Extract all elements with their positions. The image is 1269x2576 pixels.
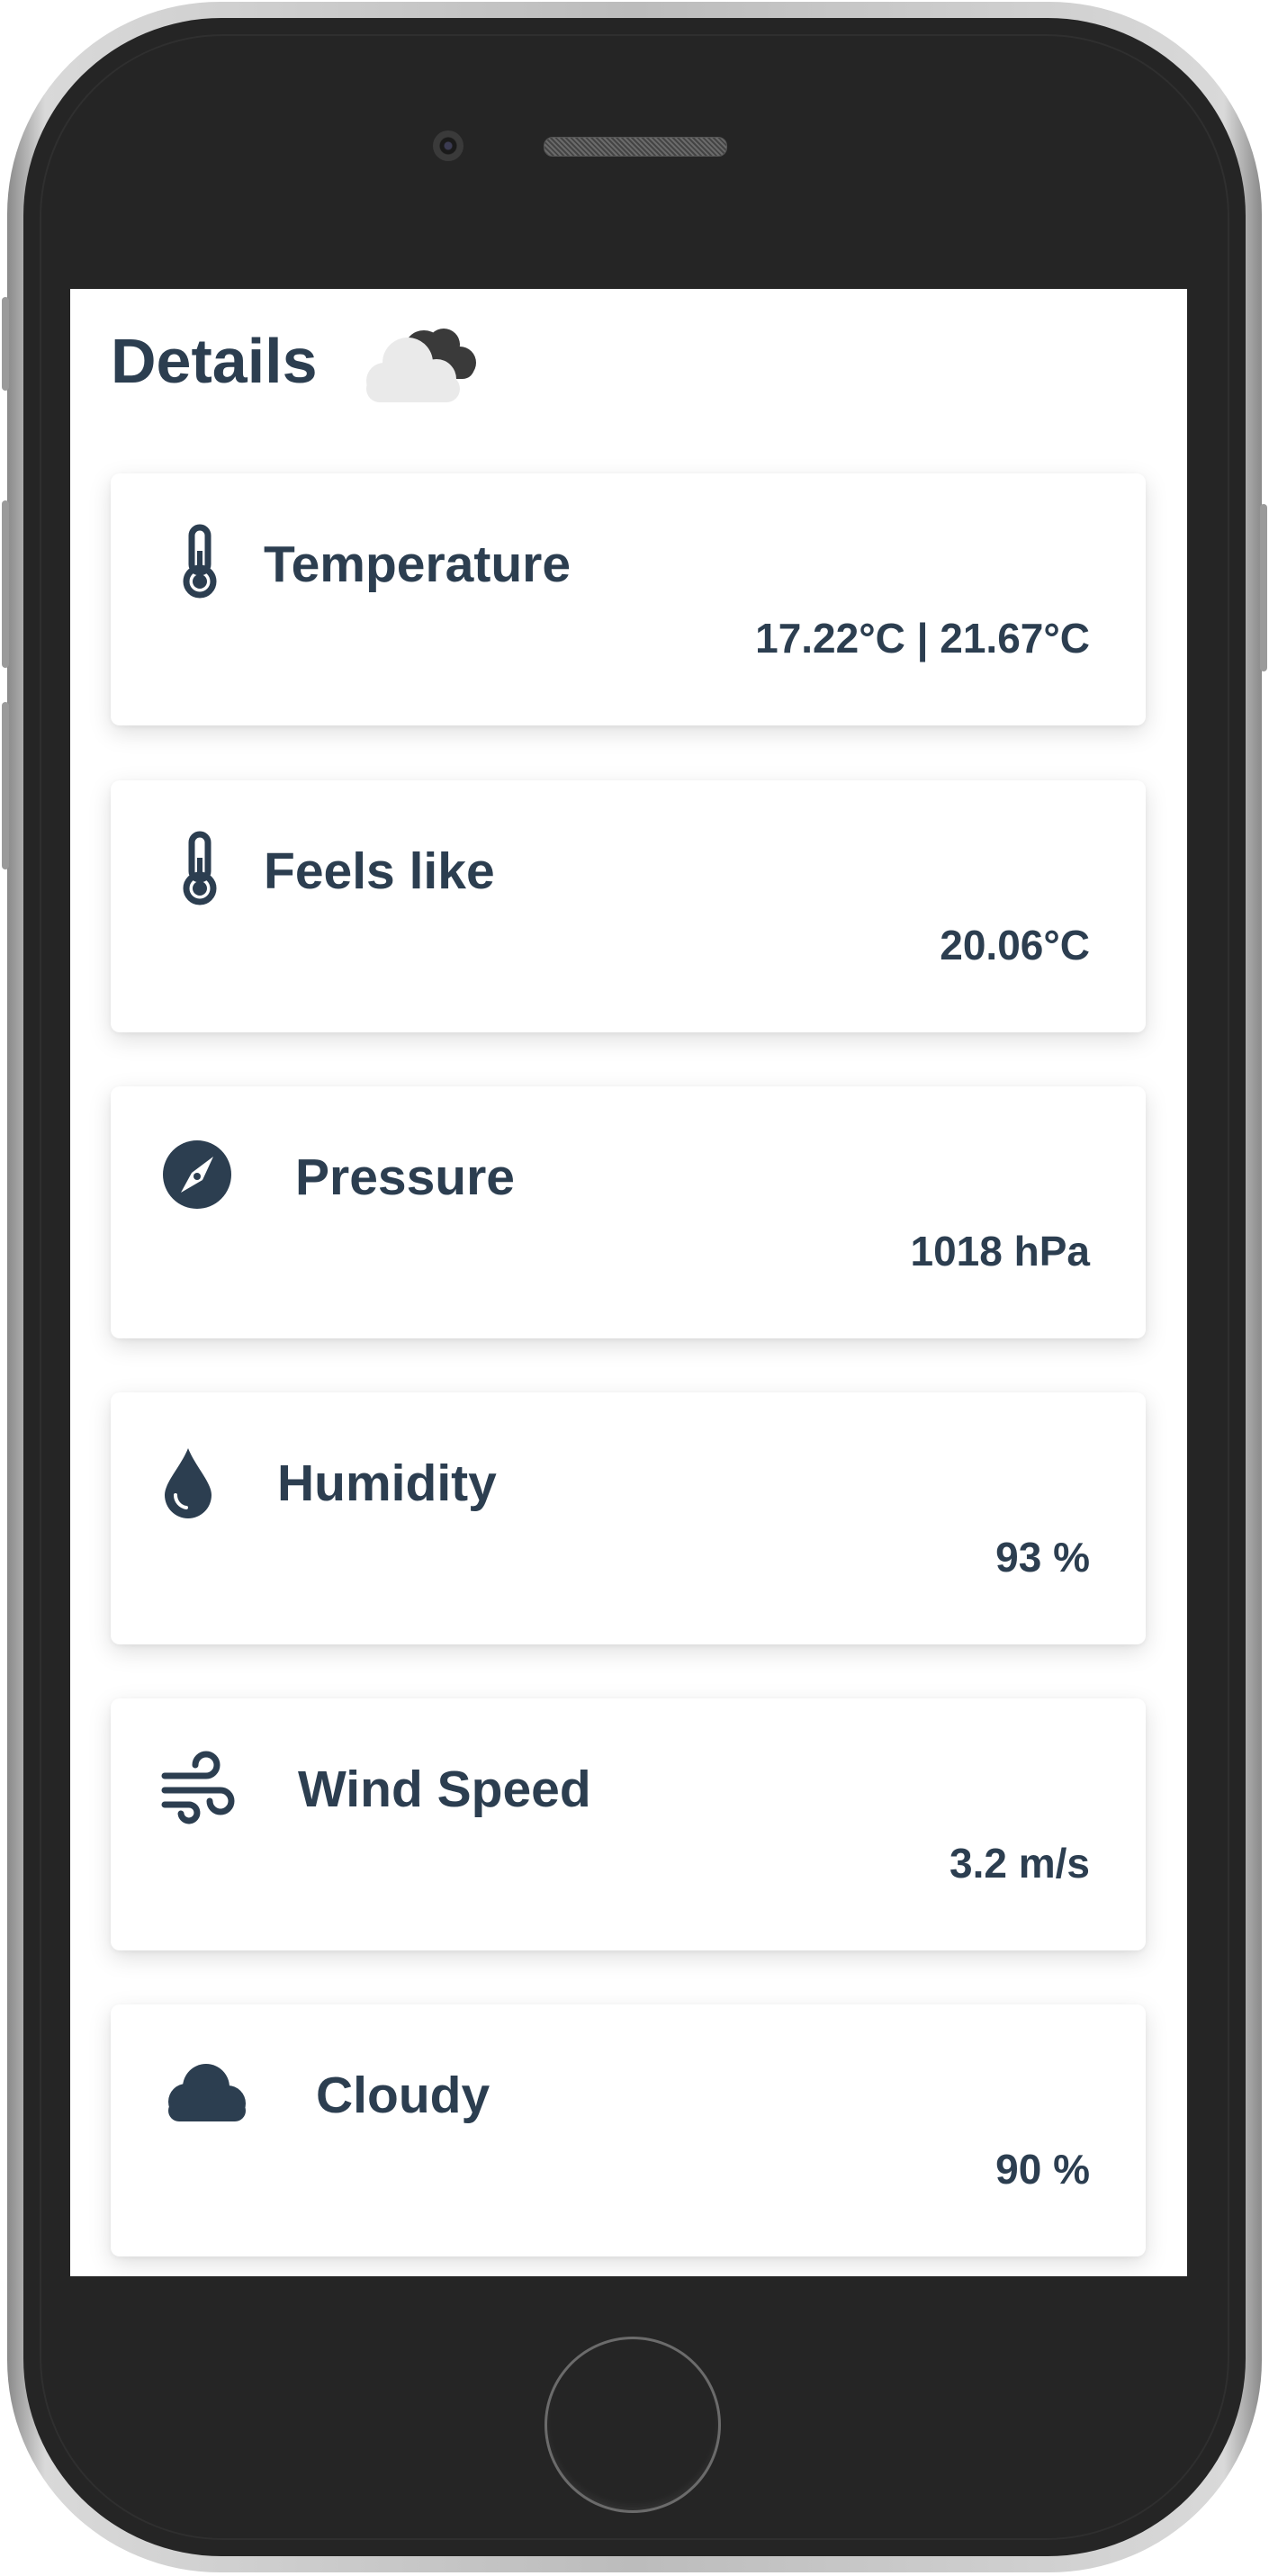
compass-icon xyxy=(163,1140,231,1209)
page-title: Details xyxy=(111,326,318,396)
card-label: Humidity xyxy=(277,1455,497,1512)
card-label: Temperature xyxy=(264,536,572,593)
home-button[interactable] xyxy=(544,2337,721,2513)
mute-switch xyxy=(2,297,9,391)
detail-card-humidity: Humidity 93 % xyxy=(111,1392,1146,1644)
thermometer-icon xyxy=(183,831,217,905)
card-label: Wind Speed xyxy=(298,1761,591,1818)
app-screen: Details Temperature 17.22°C | 21.67°C Fe… xyxy=(70,289,1187,2276)
card-value: 1018 hPa xyxy=(910,1228,1090,1274)
detail-card-pressure: Pressure 1018 hPa xyxy=(111,1086,1146,1338)
card-value: 3.2 m/s xyxy=(950,1840,1090,1887)
detail-card-temperature: Temperature 17.22°C | 21.67°C xyxy=(111,473,1146,725)
volume-up-button xyxy=(2,500,9,668)
wind-icon xyxy=(161,1751,235,1824)
card-label: Cloudy xyxy=(316,2067,490,2124)
detail-card-cloudy: Cloudy 90 % xyxy=(111,2004,1146,2256)
cloud-icon xyxy=(168,2064,246,2121)
volume-down-button xyxy=(2,702,9,869)
earpiece-speaker xyxy=(544,137,727,157)
detail-card-feels-like: Feels like 20.06°C xyxy=(111,780,1146,1032)
card-value: 90 % xyxy=(995,2146,1090,2193)
front-camera xyxy=(433,131,464,161)
card-label: Feels like xyxy=(264,842,495,900)
droplet-icon xyxy=(165,1448,212,1518)
details-header: Details xyxy=(111,316,483,406)
card-value: 93 % xyxy=(995,1534,1090,1581)
card-label: Pressure xyxy=(295,1148,516,1206)
card-value: 17.22°C | 21.67°C xyxy=(755,615,1090,662)
cloudy-weather-icon xyxy=(365,329,476,402)
power-button xyxy=(1260,504,1267,671)
thermometer-icon xyxy=(183,524,217,599)
card-value: 20.06°C xyxy=(940,922,1090,968)
detail-card-wind-speed: Wind Speed 3.2 m/s xyxy=(111,1698,1146,1950)
